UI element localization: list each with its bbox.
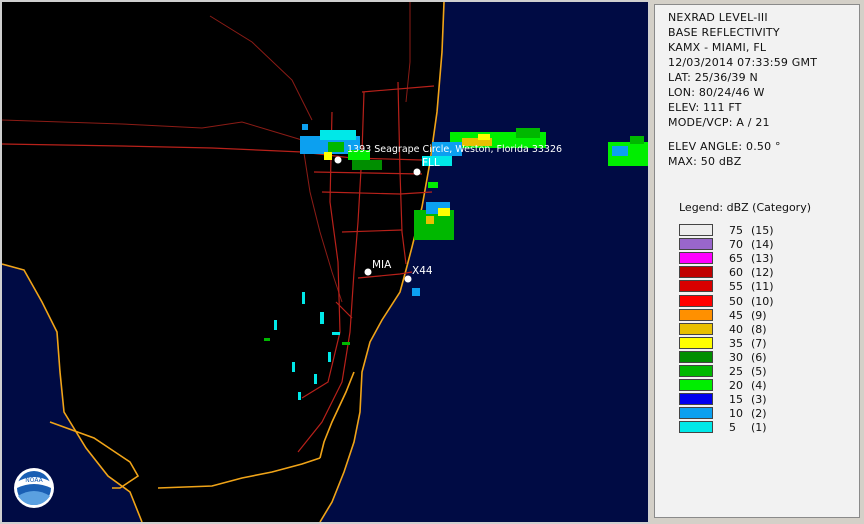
legend-swatch [679, 379, 713, 392]
legend-category: (12) [751, 266, 774, 280]
legend-category: (3) [751, 393, 767, 407]
legend-row: 20 (4) [679, 379, 799, 392]
legend-swatch [679, 322, 713, 335]
legend-row: 60 (12) [679, 266, 799, 279]
scan-datetime: 12/03/2014 07:33:59 GMT [668, 56, 818, 69]
legend-row: 45 (9) [679, 308, 799, 322]
legend-swatch [679, 421, 713, 434]
legend-swatch [679, 365, 713, 377]
legend-swatch [679, 308, 713, 321]
legend-row: 10 (2) [679, 407, 799, 420]
legend-category: (15) [751, 224, 774, 237]
legend-row: 70 (14) [679, 238, 799, 251]
legend-category: (10) [751, 294, 774, 308]
legend-category: (11) [751, 280, 774, 294]
legend-swatch [679, 224, 713, 236]
legend-swatch [679, 294, 713, 307]
station-elev: ELEV: 111 FT [668, 101, 742, 114]
noaa-logo-icon: NOAA [14, 468, 54, 508]
legend-dbz: 40 [729, 322, 743, 336]
station-fll-label: FLL [422, 157, 440, 169]
legend-category: (6) [751, 350, 767, 364]
station-x44-marker [404, 275, 412, 283]
legend-row: 35 (7) [679, 336, 799, 350]
legend-row: 75 (15) [679, 224, 799, 237]
legend-row: 5 (1) [679, 421, 799, 434]
radar-station: KAMX - MIAMI, FL [668, 41, 767, 54]
legend-row: 25 (5) [679, 365, 799, 378]
info-panel: NEXRAD LEVEL-III BASE REFLECTIVITY KAMX … [654, 4, 860, 518]
legend-category: (7) [751, 336, 767, 350]
legend-dbz: 30 [729, 350, 743, 364]
legend-swatch [679, 336, 713, 349]
legend-dbz: 25 [729, 365, 743, 378]
legend-swatch [679, 280, 713, 293]
legend-category: (9) [751, 308, 767, 322]
legend-category: (5) [751, 365, 767, 378]
noaa-logo-text: NOAA [25, 477, 43, 484]
legend-dbz: 55 [729, 280, 743, 294]
legend-swatch [679, 266, 713, 279]
legend-category: (13) [751, 252, 774, 266]
legend-category: (8) [751, 322, 767, 336]
max-dbz: MAX: 50 dBZ [668, 155, 742, 168]
mode-vcp: MODE/VCP: A / 21 [668, 116, 770, 129]
legend-category: (14) [751, 238, 774, 252]
legend-dbz: 10 [729, 407, 743, 421]
elev-angle: ELEV ANGLE: 0.50 ° [668, 140, 781, 153]
radar-map[interactable]: 1393 Seagrape Circle, Weston, Florida 33… [2, 2, 648, 522]
legend-row: 55 (11) [679, 280, 799, 293]
product-name: NEXRAD LEVEL-III [668, 11, 768, 24]
legend-dbz: 5 [729, 421, 736, 435]
legend-category: (4) [751, 379, 767, 393]
legend-swatch [679, 350, 713, 363]
station-fll-marker [413, 168, 421, 176]
legend-dbz: 15 [729, 393, 743, 407]
legend-row: 40 (8) [679, 322, 799, 336]
legend-swatch [679, 393, 713, 406]
legend-dbz: 65 [729, 252, 743, 266]
legend-dbz: 35 [729, 336, 743, 350]
station-lon: LON: 80/24/46 W [668, 86, 765, 99]
legend-dbz: 50 [729, 294, 743, 308]
pin-address-marker [334, 156, 342, 164]
legend-dbz: 75 [729, 224, 743, 237]
legend-row: 30 (6) [679, 350, 799, 364]
station-mia-marker [364, 268, 372, 276]
legend-dbz: 70 [729, 238, 743, 252]
legend-category: (1) [751, 421, 767, 435]
map-frame: 1393 Seagrape Circle, Weston, Florida 33… [0, 0, 650, 524]
legend-row: 50 (10) [679, 294, 799, 308]
pin-address-label: 1393 Seagrape Circle, Weston, Florida 33… [347, 144, 562, 155]
legend-row: 65 (13) [679, 252, 799, 265]
legend-title: Legend: dBZ (Category) [679, 201, 811, 214]
legend-category: (2) [751, 407, 767, 421]
legend-dbz: 20 [729, 379, 743, 393]
product-type: BASE REFLECTIVITY [668, 26, 780, 39]
legend-row: 15 (3) [679, 393, 799, 406]
station-x44-label: X44 [412, 265, 433, 277]
station-lat: LAT: 25/36/39 N [668, 71, 758, 84]
legend-swatch [679, 407, 713, 420]
legend-swatch [679, 238, 713, 251]
legend-swatch [679, 252, 713, 265]
legend-dbz: 45 [729, 308, 743, 322]
legend-dbz: 60 [729, 266, 743, 280]
station-mia-label: MIA [372, 259, 392, 271]
